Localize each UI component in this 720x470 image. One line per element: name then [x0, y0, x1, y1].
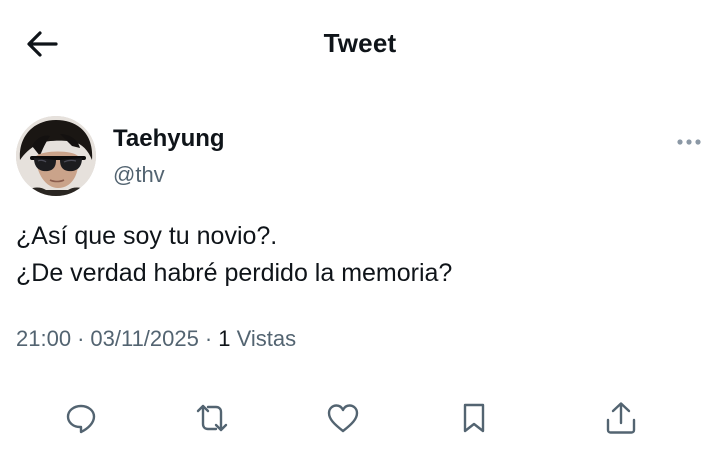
tweet-text: ¿Así que soy tu novio?. ¿De verdad habré…	[16, 218, 706, 292]
ellipsis-icon	[676, 138, 702, 146]
action-bar	[0, 396, 720, 440]
author-handle[interactable]: @thv	[113, 162, 165, 188]
more-options-button[interactable]	[672, 132, 706, 152]
tweet-text-line: ¿Así que soy tu novio?.	[16, 222, 278, 250]
avatar-photo	[16, 116, 96, 196]
author-name[interactable]: Taehyung	[113, 125, 225, 153]
avatar[interactable]	[16, 116, 96, 196]
speech-bubble-icon	[64, 401, 98, 435]
reply-button[interactable]	[59, 396, 103, 440]
views-label[interactable]: Vistas	[237, 326, 297, 351]
share-button[interactable]	[599, 396, 643, 440]
tweet-text-line: ¿De verdad habré perdido la memoria?	[16, 259, 453, 287]
bookmark-icon	[459, 401, 489, 435]
retweet-icon	[192, 401, 232, 435]
meta-separator: ·	[204, 326, 213, 351]
top-bar: Tweet	[0, 0, 720, 90]
heart-icon	[326, 402, 360, 434]
views-count[interactable]: 1	[218, 326, 230, 351]
tweet-date[interactable]: 03/11/2025	[90, 326, 198, 351]
like-button[interactable]	[321, 396, 365, 440]
meta-separator: ·	[77, 326, 85, 351]
share-icon	[604, 400, 638, 436]
bookmark-button[interactable]	[452, 396, 496, 440]
tweet-time[interactable]: 21:00	[16, 326, 71, 351]
tweet-meta: 21:00 · 03/11/2025 · 1 Vistas	[16, 326, 296, 352]
retweet-button[interactable]	[190, 396, 234, 440]
page-title: Tweet	[323, 28, 397, 58]
